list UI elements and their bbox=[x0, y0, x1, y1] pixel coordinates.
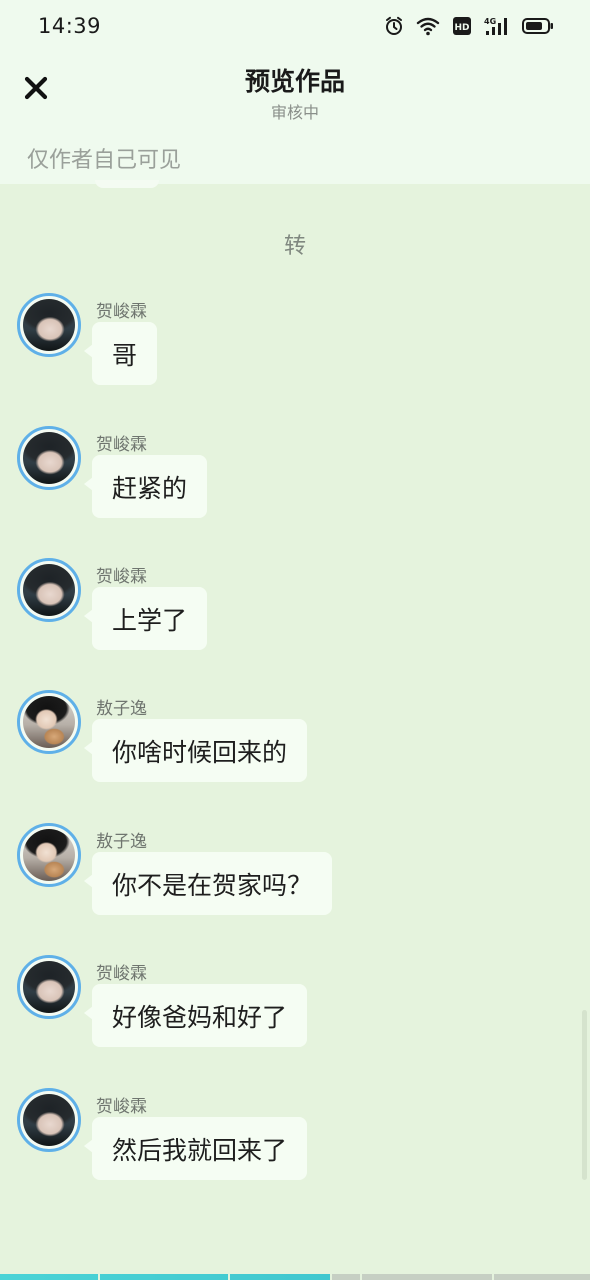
svg-text:HD: HD bbox=[454, 23, 469, 33]
avatar-hejunlin bbox=[23, 1094, 75, 1146]
avatar[interactable] bbox=[17, 293, 81, 357]
header: 预览作品 审核中 仅作者自己可见 bbox=[0, 52, 590, 184]
status-icons: HD 4G bbox=[384, 16, 554, 36]
status-bar: 14:39 HD 4G bbox=[0, 0, 590, 52]
progress-segment-mark bbox=[330, 1274, 332, 1280]
avatar[interactable] bbox=[17, 426, 81, 490]
message-item: 贺峻霖 上学了 bbox=[0, 558, 590, 678]
sender-name: 敖子逸 bbox=[96, 699, 147, 719]
sender-name: 贺峻霖 bbox=[96, 1097, 147, 1117]
collapsed-tab bbox=[95, 180, 159, 188]
status-time: 14:39 bbox=[38, 14, 102, 38]
sender-name: 贺峻霖 bbox=[96, 435, 147, 455]
page-title: 预览作品 bbox=[244, 67, 345, 96]
avatar-aoziyi bbox=[23, 829, 75, 881]
message-item: 敖子逸 你啥时候回来的 bbox=[0, 690, 590, 810]
wifi-icon bbox=[416, 16, 440, 36]
progress-segment-mark bbox=[360, 1274, 362, 1280]
avatar[interactable] bbox=[17, 1088, 81, 1152]
message-bubble[interactable]: 哥 bbox=[83, 322, 158, 385]
progress-fill bbox=[0, 1274, 331, 1280]
hd-icon: HD bbox=[452, 16, 472, 36]
visibility-note: 仅作者自己可见 bbox=[27, 148, 182, 173]
sender-name: 贺峻霖 bbox=[96, 964, 147, 984]
avatar[interactable] bbox=[17, 558, 81, 622]
message-item: 贺峻霖 赶紧的 bbox=[0, 426, 590, 546]
scrollbar[interactable] bbox=[582, 1010, 587, 1180]
sender-name: 贺峻霖 bbox=[96, 302, 147, 322]
message-bubble[interactable]: 赶紧的 bbox=[83, 455, 208, 518]
message-bubble[interactable]: 然后我就回来了 bbox=[83, 1117, 308, 1180]
message-item: 贺峻霖 然后我就回来了 bbox=[0, 1088, 590, 1208]
message-bubble[interactable]: 你不是在贺家吗？ bbox=[83, 852, 333, 915]
avatar[interactable] bbox=[17, 955, 81, 1019]
message-bubble[interactable]: 你啥时候回来的 bbox=[83, 719, 308, 782]
message-item: 敖子逸 你不是在贺家吗？ bbox=[0, 823, 590, 943]
avatar-hejunlin bbox=[23, 564, 75, 616]
4g-signal-icon: 4G bbox=[484, 16, 510, 36]
battery-icon bbox=[522, 17, 554, 35]
sender-name: 敖子逸 bbox=[96, 832, 147, 852]
avatar-hejunlin bbox=[23, 432, 75, 484]
chat-divider-text: 转 bbox=[283, 234, 306, 259]
message-item: 贺峻霖 好像爸妈和好了 bbox=[0, 955, 590, 1075]
avatar-hejunlin bbox=[23, 299, 75, 351]
progress-segment-mark bbox=[492, 1274, 494, 1280]
avatar[interactable] bbox=[17, 823, 81, 887]
progress-segment-mark bbox=[228, 1274, 230, 1280]
alarm-icon bbox=[384, 16, 404, 36]
svg-text:4G: 4G bbox=[484, 17, 496, 26]
message-item: 贺峻霖 哥 bbox=[0, 293, 590, 413]
avatar-hejunlin bbox=[23, 961, 75, 1013]
review-status: 审核中 bbox=[270, 103, 319, 122]
progress-segment-mark bbox=[98, 1274, 100, 1280]
sender-name: 贺峻霖 bbox=[96, 567, 147, 587]
avatar[interactable] bbox=[17, 690, 81, 754]
progress-bar bbox=[0, 1274, 590, 1280]
avatar-aoziyi bbox=[23, 696, 75, 748]
message-bubble[interactable]: 好像爸妈和好了 bbox=[83, 984, 308, 1047]
message-bubble[interactable]: 上学了 bbox=[83, 587, 208, 650]
